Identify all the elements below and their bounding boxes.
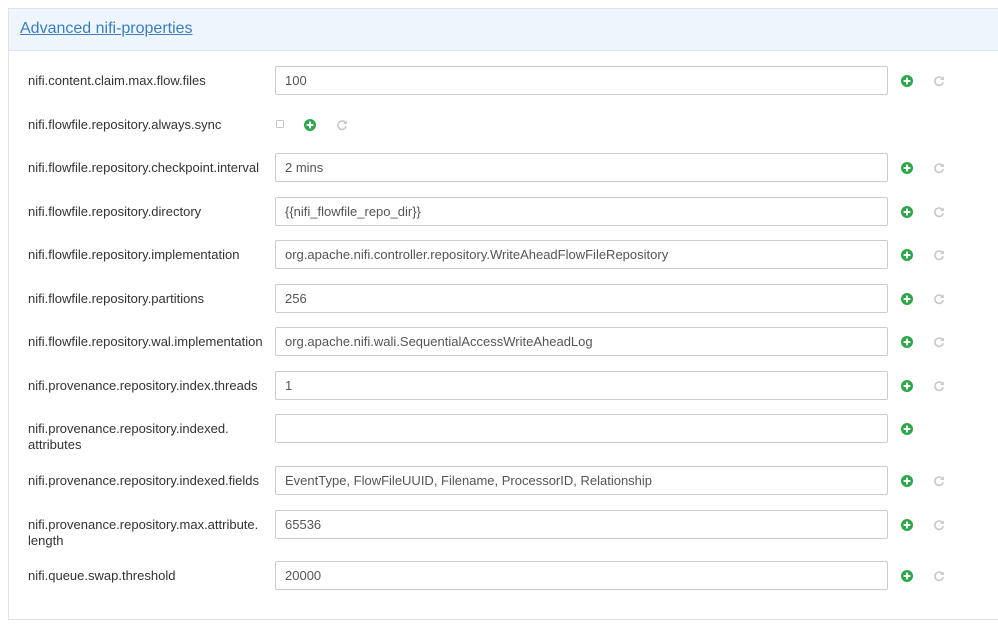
property-value-input[interactable] (275, 240, 888, 269)
undo-icon[interactable] (933, 475, 945, 487)
property-value-input[interactable] (275, 197, 888, 226)
section-title-link[interactable]: Advanced nifi-properties (20, 20, 193, 38)
undo-icon[interactable] (933, 162, 945, 174)
undo-icon[interactable] (933, 570, 945, 582)
property-label: nifi.provenance.repository.index.threads (28, 378, 258, 393)
undo-icon[interactable] (933, 293, 945, 305)
property-label: nifi.queue.swap.threshold (28, 568, 176, 583)
undo-icon[interactable] (933, 380, 945, 392)
property-value-input[interactable] (275, 414, 888, 443)
plus-circle-icon[interactable] (901, 423, 913, 435)
plus-circle-icon[interactable] (901, 249, 913, 261)
property-label: nifi.content.claim.max.flow.files (28, 73, 206, 88)
plus-circle-icon[interactable] (901, 75, 913, 87)
property-value-input[interactable] (275, 284, 888, 313)
undo-icon[interactable] (336, 119, 348, 131)
property-value-input[interactable] (275, 66, 888, 95)
property-value-input[interactable] (275, 561, 888, 590)
panel-heading: Advanced nifi-properties (9, 9, 998, 51)
property-label: nifi.provenance.repository.indexed. attr… (28, 421, 229, 452)
property-label: nifi.flowfile.repository.partitions (28, 291, 205, 306)
plus-circle-icon[interactable] (901, 336, 913, 348)
plus-circle-icon[interactable] (901, 206, 913, 218)
undo-icon[interactable] (933, 206, 945, 218)
property-label: nifi.flowfile.repository.directory (28, 204, 202, 219)
property-value-input[interactable] (275, 327, 888, 356)
undo-icon[interactable] (933, 336, 945, 348)
plus-circle-icon[interactable] (304, 119, 316, 131)
property-label: nifi.provenance.repository.max.attribute… (28, 517, 259, 548)
property-value-input[interactable] (275, 371, 888, 400)
plus-circle-icon[interactable] (901, 380, 913, 392)
plus-circle-icon[interactable] (901, 162, 913, 174)
property-value-input[interactable] (275, 510, 888, 539)
plus-circle-icon[interactable] (901, 570, 913, 582)
undo-icon[interactable] (933, 249, 945, 261)
property-label: nifi.flowfile.repository.checkpoint.inte… (28, 160, 259, 175)
undo-icon[interactable] (933, 519, 945, 531)
always-sync-checkbox[interactable] (276, 120, 284, 128)
property-label: nifi.provenance.repository.indexed.field… (28, 473, 260, 488)
plus-circle-icon[interactable] (901, 519, 913, 531)
property-label: nifi.flowfile.repository.always.sync (28, 117, 222, 132)
plus-circle-icon[interactable] (901, 475, 913, 487)
property-value-input[interactable] (275, 466, 888, 495)
plus-circle-icon[interactable] (901, 293, 913, 305)
property-label: nifi.flowfile.repository.wal.implementat… (28, 334, 263, 349)
advanced-nifi-properties-panel: Advanced nifi-properties nifi.content.cl… (8, 8, 998, 620)
property-label: nifi.flowfile.repository.implementation (28, 247, 240, 262)
property-value-input[interactable] (275, 153, 888, 182)
undo-icon[interactable] (933, 75, 945, 87)
